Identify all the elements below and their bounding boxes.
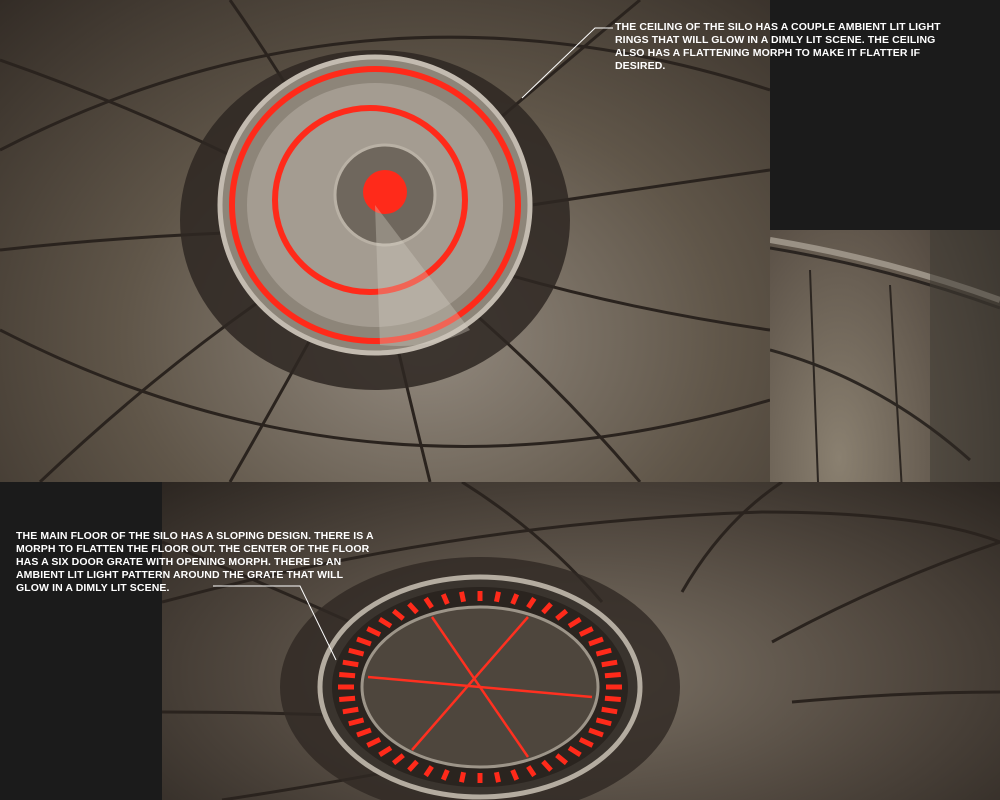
center-light bbox=[363, 170, 407, 214]
glow-segment bbox=[604, 695, 621, 703]
glow-segment bbox=[493, 591, 501, 603]
glow-segment bbox=[342, 659, 359, 668]
glow-segment bbox=[601, 706, 618, 715]
glow-segment bbox=[342, 706, 359, 715]
floor-annotation: THE MAIN FLOOR OF THE SILO HAS A SLOPING… bbox=[16, 530, 374, 594]
glow-segment bbox=[459, 591, 467, 603]
glow-segment bbox=[601, 659, 618, 668]
ceiling-annotation: THE CEILING OF THE SILO HAS A COUPLE AMB… bbox=[615, 21, 941, 72]
glow-segment bbox=[604, 671, 621, 679]
glow-segment bbox=[493, 771, 501, 783]
glow-segment bbox=[339, 695, 356, 703]
glow-segment bbox=[459, 771, 467, 783]
glow-segment bbox=[339, 671, 356, 679]
